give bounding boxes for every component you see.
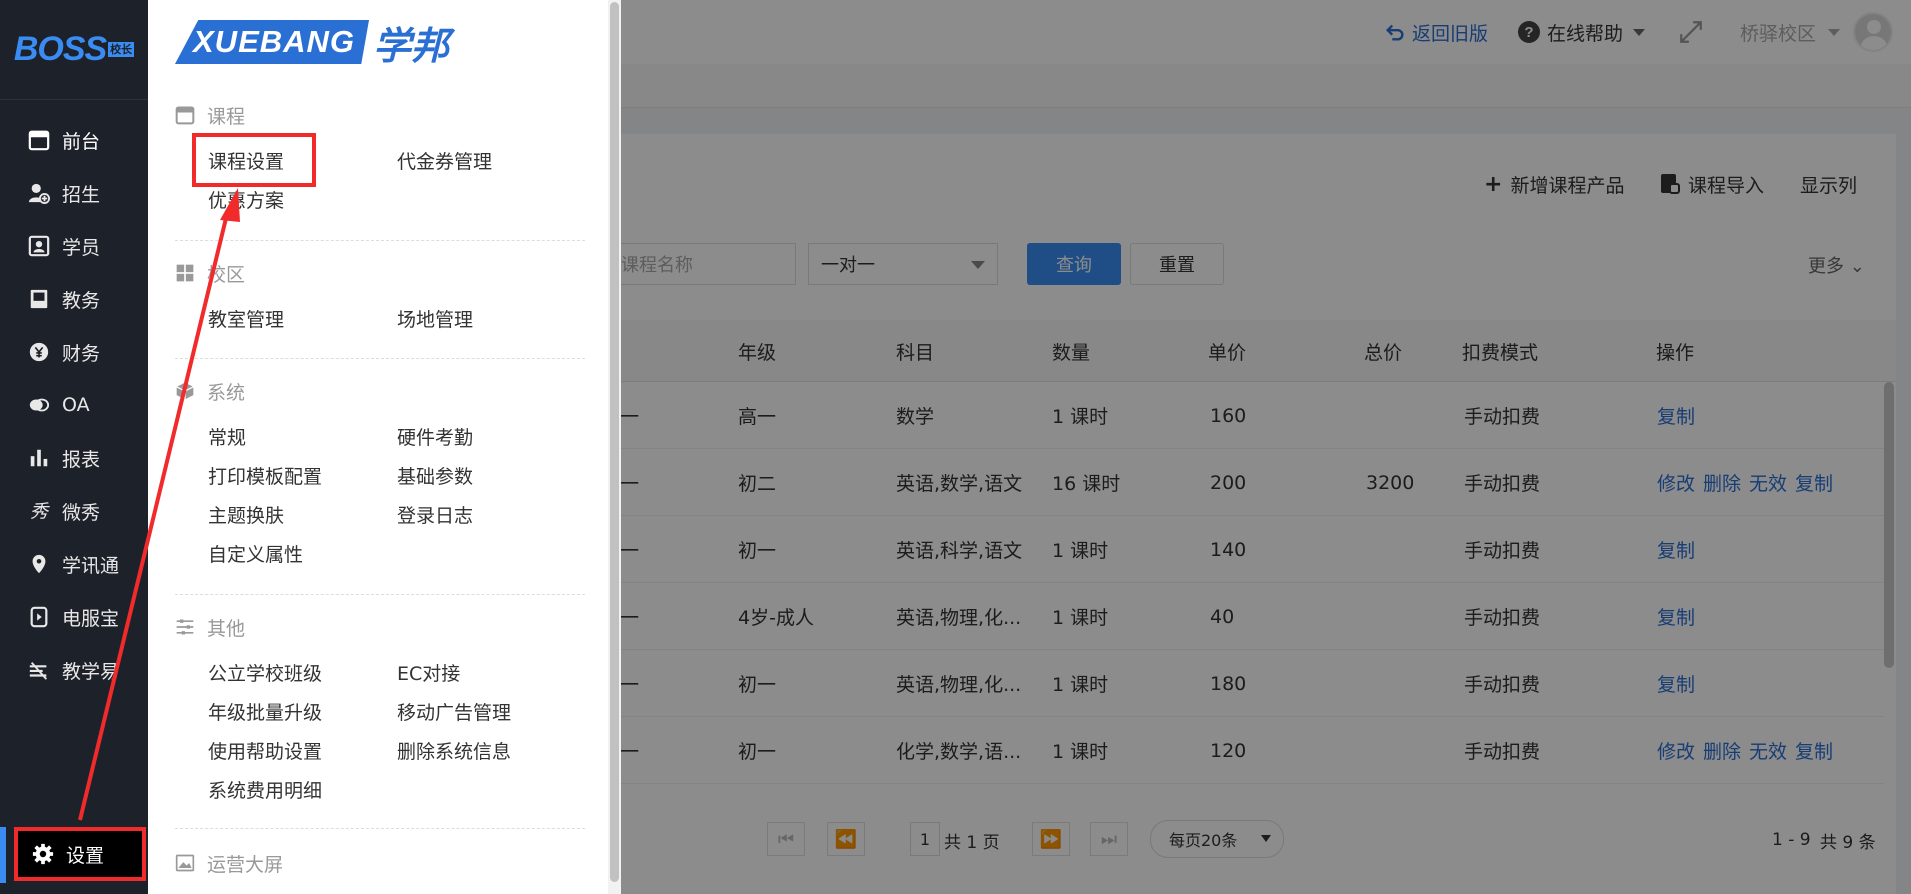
section-title: 校区 bbox=[175, 258, 245, 288]
sidebar-item-3[interactable]: 学员 bbox=[0, 218, 148, 274]
sidebar-item-11[interactable]: 教学易 bbox=[0, 642, 148, 698]
settings-menu-item[interactable]: 删除系统信息 bbox=[397, 735, 511, 765]
sidebar-item-label: 学讯通 bbox=[62, 554, 120, 577]
sidebar-item-label: OA bbox=[62, 394, 90, 416]
calendar-icon bbox=[175, 105, 195, 125]
sidebar-item-label: 报表 bbox=[62, 448, 101, 471]
chat-icon bbox=[28, 394, 50, 416]
teach-icon bbox=[28, 659, 50, 681]
location-icon bbox=[28, 553, 50, 575]
settings-menu-item[interactable]: 自定义属性 bbox=[208, 538, 303, 568]
phone-icon bbox=[28, 606, 50, 628]
user-add-icon bbox=[28, 182, 50, 204]
active-indicator bbox=[0, 827, 6, 883]
cube-icon bbox=[175, 381, 195, 401]
sidebar-item-4[interactable]: 教务 bbox=[0, 271, 148, 327]
sidebar-item-label: 前台 bbox=[62, 130, 101, 153]
settings-menu-item[interactable]: 常规 bbox=[208, 421, 246, 451]
sidebar-item-7[interactable]: 报表 bbox=[0, 430, 148, 486]
settings-menu-item[interactable]: 硬件考勤 bbox=[397, 421, 473, 451]
xuebang-logo: XUEBANG 学邦 bbox=[175, 18, 449, 68]
logo-text: BOSS bbox=[13, 30, 107, 68]
id-card-icon bbox=[28, 235, 50, 257]
sidebar-item-9[interactable]: 学讯通 bbox=[0, 536, 148, 592]
section-title-label: 其他 bbox=[207, 617, 246, 640]
image-icon bbox=[175, 853, 195, 873]
settings-menu-item[interactable]: 登录日志 bbox=[397, 499, 473, 529]
settings-flyout-panel: XUEBANG 学邦 课程课程设置 代金券管理优惠方案校区教室管理 场地管理系统常规… bbox=[148, 0, 621, 894]
section-divider bbox=[175, 594, 585, 595]
panel-scrollbar[interactable] bbox=[608, 0, 621, 894]
sidebar-item-label: 学员 bbox=[62, 236, 101, 259]
settings-menu-item[interactable]: EC对接 bbox=[397, 657, 460, 687]
sidebar-item-1[interactable]: 前台 bbox=[0, 112, 148, 168]
brand-cn: 学邦 bbox=[373, 23, 450, 68]
section-divider bbox=[175, 358, 585, 359]
panel-scrollbar-thumb[interactable] bbox=[610, 2, 619, 882]
settings-menu-item[interactable]: 主题换肤 bbox=[208, 499, 284, 529]
section-divider bbox=[175, 828, 585, 829]
sidebar-item-8[interactable]: 秀微秀 bbox=[0, 483, 148, 539]
settings-menu-item[interactable]: 基础参数 bbox=[397, 460, 473, 490]
sidebar-item-label: 电服宝 bbox=[62, 607, 120, 630]
settings-menu-item[interactable]: 移动广告管理 bbox=[397, 696, 511, 726]
settings-menu-item[interactable]: 年级批量升级 bbox=[208, 696, 322, 726]
brand-en: XUEBANG bbox=[175, 20, 370, 64]
section-divider bbox=[175, 240, 585, 241]
logo-tag: 校长 bbox=[108, 42, 135, 57]
sidebar-item-6[interactable]: OA bbox=[0, 377, 148, 433]
section-title-label: 系统 bbox=[207, 381, 246, 404]
section-title-label: 运营大屏 bbox=[207, 853, 284, 876]
sidebar-item-10[interactable]: 电服宝 bbox=[0, 589, 148, 645]
section-title: 课程 bbox=[175, 100, 245, 130]
settings-menu-item[interactable]: 教室管理 bbox=[208, 303, 284, 333]
sidebar-item-label: 微秀 bbox=[62, 501, 101, 524]
settings-menu-item[interactable]: 系统费用明细 bbox=[208, 774, 322, 804]
sidebar-item-12[interactable]: 设置 bbox=[14, 827, 146, 881]
sidebar-item-label: 教务 bbox=[62, 289, 101, 312]
sidebar-item-label: 财务 bbox=[62, 342, 101, 365]
section-title: 系统 bbox=[175, 376, 245, 406]
boss-logo: BOSS 校长 bbox=[0, 0, 148, 100]
section-title: 运营大屏 bbox=[175, 848, 283, 878]
settings-menu-item[interactable]: 公立学校班级 bbox=[208, 657, 322, 687]
xiu-icon: 秀 bbox=[28, 500, 50, 522]
sidebar-item-label: 教学易 bbox=[62, 660, 120, 683]
sidebar-item-5[interactable]: 财务 bbox=[0, 324, 148, 380]
bar-chart-icon bbox=[28, 447, 50, 469]
calendar-icon bbox=[28, 129, 50, 151]
gear-icon bbox=[32, 843, 54, 865]
svg-text:秀: 秀 bbox=[30, 501, 50, 522]
settings-menu-item[interactable]: 优惠方案 bbox=[208, 184, 284, 214]
sliders-icon bbox=[175, 617, 195, 637]
sidebar-item-label: 招生 bbox=[62, 183, 101, 206]
settings-menu-item[interactable]: 打印模板配置 bbox=[208, 460, 322, 490]
sidebar-item-2[interactable]: 招生 bbox=[0, 165, 148, 221]
book-icon bbox=[28, 288, 50, 310]
sidebar-item-label: 设置 bbox=[66, 844, 105, 867]
settings-menu-item[interactable]: 使用帮助设置 bbox=[208, 735, 322, 765]
section-title: 其他 bbox=[175, 612, 245, 642]
section-title-label: 课程 bbox=[207, 105, 246, 128]
sidebar: BOSS 校长 前台招生学员教务财务 OA 报表秀微秀学讯通电服宝教学易设置 bbox=[0, 0, 148, 894]
settings-menu-item[interactable]: 课程设置 bbox=[208, 145, 284, 175]
settings-menu-item[interactable]: 代金券管理 bbox=[397, 145, 492, 175]
settings-menu-item[interactable]: 场地管理 bbox=[397, 303, 473, 333]
yen-icon bbox=[28, 341, 50, 363]
grid-icon bbox=[175, 263, 195, 283]
section-title-label: 校区 bbox=[207, 263, 246, 286]
